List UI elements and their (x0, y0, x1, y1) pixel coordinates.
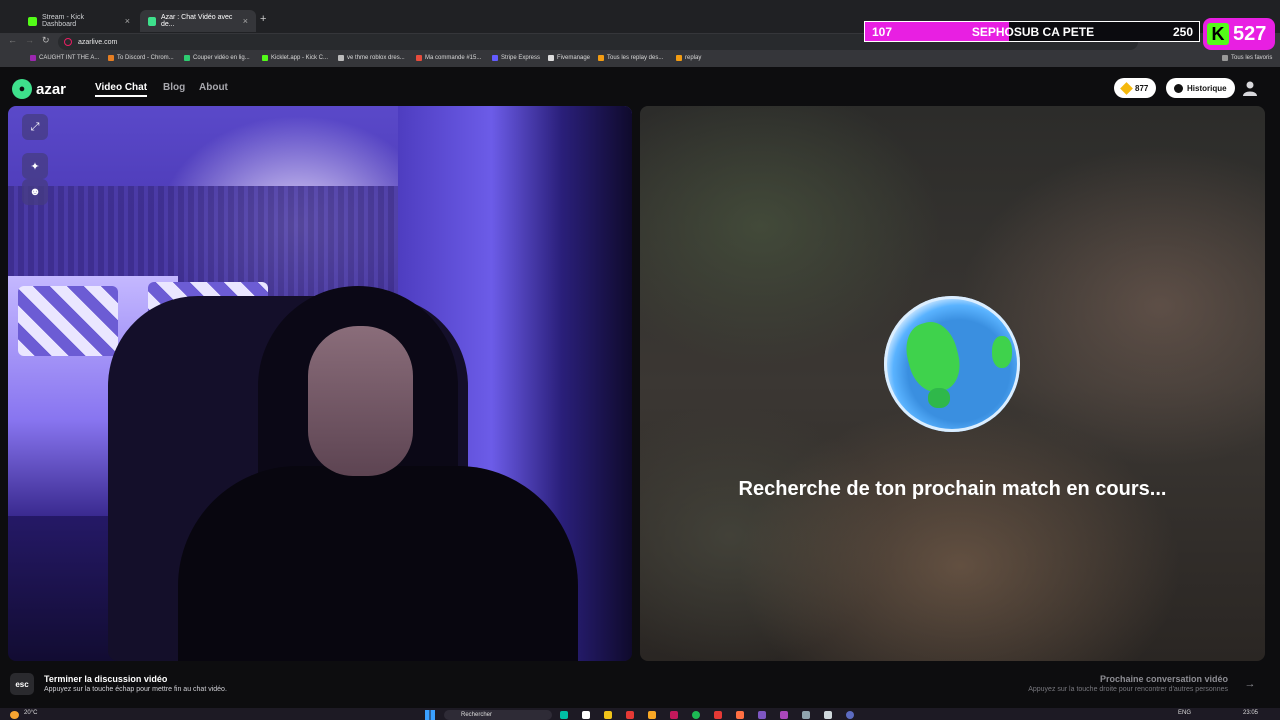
taskbar-app-icon[interactable] (846, 711, 854, 719)
sub-goal-title: SEPHOSUB CA PETE (971, 25, 1095, 39)
expand-icon[interactable]: ⤢ (22, 114, 48, 140)
end-chat-hint: Appuyez sur la touche échap pour mettre … (44, 686, 227, 693)
bookmark-item[interactable]: Stripe Express (492, 55, 540, 61)
gems-button[interactable]: 877 (1114, 78, 1157, 98)
taskbar-app-icon[interactable] (604, 711, 612, 719)
user-icon[interactable] (1242, 80, 1258, 96)
globe-land (928, 388, 950, 408)
bookmark-item[interactable]: Ma commande #15... (416, 55, 481, 61)
bookmark-item[interactable]: replay (676, 55, 701, 61)
gems-count: 877 (1135, 83, 1149, 93)
esc-key-button[interactable]: esc (10, 673, 34, 695)
taskbar-app-icon[interactable] (670, 711, 678, 719)
gem-icon (1120, 81, 1133, 95)
windows-start-icon[interactable] (425, 710, 435, 720)
taskbar-app-icon[interactable] (780, 711, 788, 719)
sub-goal-target: 250 (1172, 25, 1193, 39)
end-chat-title[interactable]: Terminer la discussion vidéo (44, 674, 167, 684)
logo-text: azar (36, 80, 67, 98)
next-chat-title[interactable]: Prochaine conversation vidéo (1100, 674, 1228, 684)
history-button[interactable]: Historique (1166, 78, 1235, 98)
all-bookmarks[interactable]: Tous les favoris (1222, 55, 1272, 61)
kick-logo-icon: K (1207, 23, 1229, 45)
app-header (0, 70, 1280, 106)
searching-message: Recherche de ton prochain match en cours… (738, 478, 1167, 500)
back-icon[interactable]: ← (8, 35, 17, 45)
face-icon[interactable]: ☻ (22, 179, 48, 205)
tab-azar[interactable]: Azar : Chat Vidéo avec de... × (140, 10, 256, 32)
reload-icon[interactable]: ↻ (42, 35, 50, 46)
url-text: azarlive.com (78, 38, 118, 46)
kick-follower-counter: K 527 (1203, 18, 1275, 50)
nav-about[interactable]: About (199, 82, 228, 93)
video-person-body (178, 466, 578, 661)
history-label: Historique (1187, 83, 1227, 93)
bookmark-item[interactable]: Couper vidéo en lig... (184, 55, 250, 61)
kick-count: 527 (1233, 22, 1267, 45)
search-placeholder: Rechercher (461, 712, 493, 718)
new-tab-icon[interactable]: + (260, 13, 266, 25)
windows-taskbar (0, 708, 1280, 720)
local-video-panel: ⤢ ✦ ☻ (8, 106, 632, 661)
video-pillow (18, 286, 118, 356)
clock-time[interactable]: 23:05 (1243, 710, 1258, 716)
taskbar-app-icon[interactable] (824, 711, 832, 719)
taskbar-search[interactable]: Rechercher (444, 710, 552, 720)
taskbar-app-icon[interactable] (802, 711, 810, 719)
next-chat-hint: Appuyez sur la touche droite pour rencon… (1028, 686, 1228, 693)
nav-blog[interactable]: Blog (163, 82, 185, 93)
taskbar-app-icon[interactable] (648, 711, 656, 719)
bookmarks-bar: CAUGHT INT THE A... To Discord - Chrom..… (0, 51, 1280, 67)
bookmark-item[interactable]: Kicklet.app - Kick C... (262, 55, 328, 61)
spotify-icon[interactable] (692, 711, 700, 719)
tab-title: Stream - Kick Dashboard (41, 14, 84, 28)
weather-icon[interactable] (10, 711, 19, 719)
sub-goal-bar: 107 SEPHOSUB CA PETE 250 (864, 21, 1200, 42)
weather-temperature[interactable]: 20°C (24, 710, 37, 716)
azar-favicon-icon (148, 16, 156, 26)
arrow-right-icon[interactable]: → (1242, 676, 1258, 692)
taskbar-app-icon[interactable] (714, 711, 722, 719)
bookmark-item[interactable]: To Discord - Chrom... (108, 55, 174, 61)
close-tab-icon[interactable]: × (243, 16, 248, 26)
taskbar-app-icon[interactable] (758, 711, 766, 719)
bookmark-item[interactable]: CAUGHT INT THE A... (30, 55, 99, 61)
taskbar-app-icon[interactable] (736, 711, 744, 719)
globe-icon (884, 296, 1020, 432)
kick-favicon-icon (28, 16, 37, 26)
site-info-icon[interactable] (64, 38, 72, 46)
video-person-face (308, 326, 413, 476)
bookmark-item[interactable]: Tous les replay des... (598, 55, 663, 61)
keyboard-language[interactable]: ENG (1178, 710, 1191, 716)
clock-icon (1174, 83, 1183, 93)
bookmark-item[interactable]: Fivemanage (548, 55, 590, 61)
taskbar-app-icon[interactable] (626, 711, 634, 719)
sparkle-icon[interactable]: ✦ (22, 153, 48, 179)
azar-logo-icon: ● (12, 79, 32, 99)
globe-land (992, 336, 1012, 368)
forward-icon[interactable]: → (25, 35, 34, 45)
taskbar-app-icon[interactable] (582, 711, 590, 719)
nav-video-chat[interactable]: Video Chat (95, 82, 148, 97)
close-tab-icon[interactable]: × (125, 16, 130, 26)
tab-title: Azar : Chat Vidéo avec de... (160, 14, 233, 28)
globe-land (899, 316, 967, 398)
tab-kick-dashboard[interactable]: Stream - Kick Dashboard × (20, 10, 138, 32)
bookmark-item[interactable]: ve thme roblox dres... (338, 55, 405, 61)
azar-logo[interactable]: ● azar (12, 79, 66, 99)
taskbar-app-icon[interactable] (560, 711, 568, 719)
